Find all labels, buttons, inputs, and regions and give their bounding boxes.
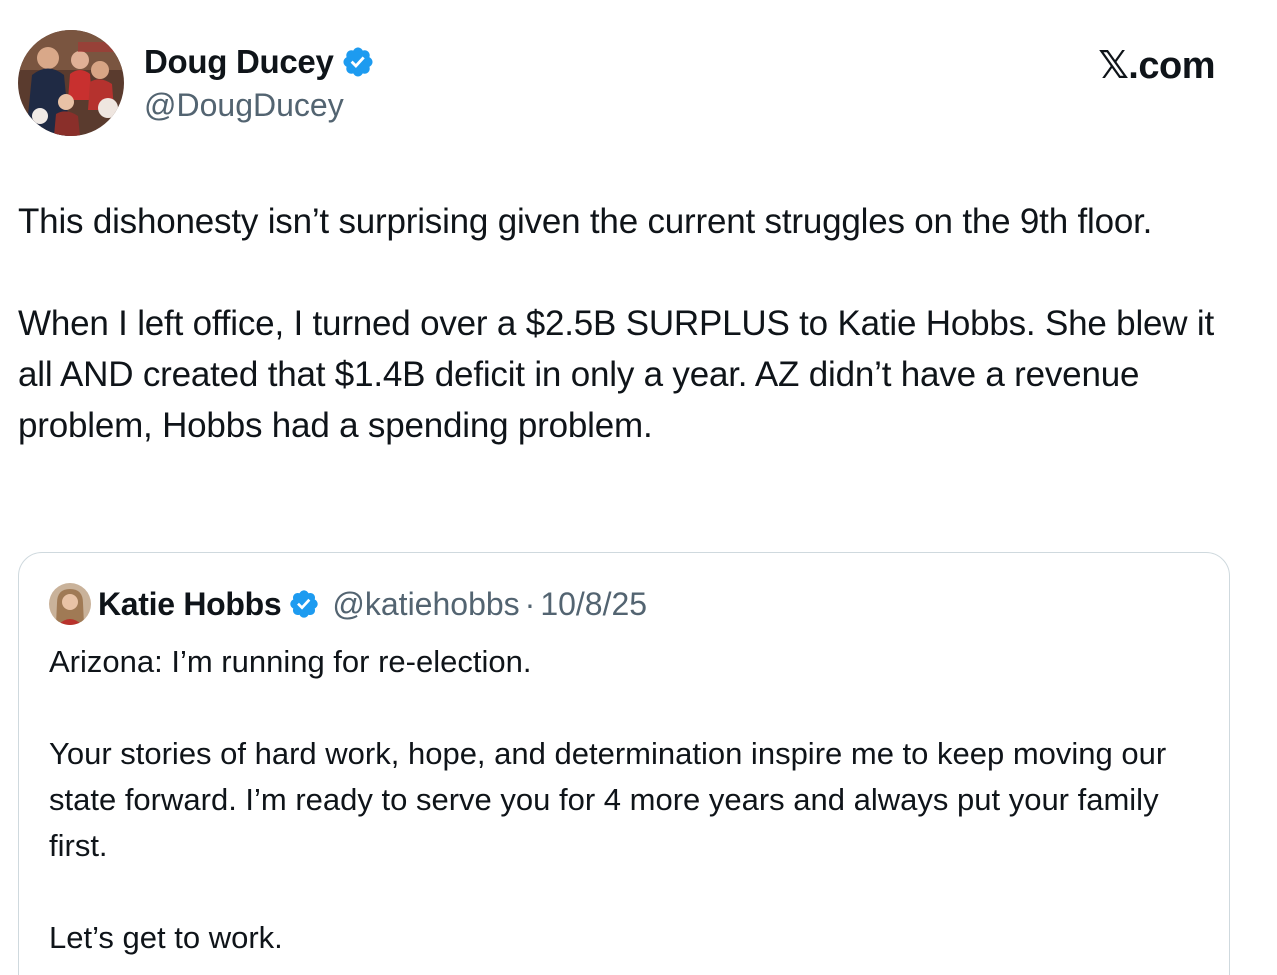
- profile-photo-icon: [49, 583, 91, 625]
- verified-badge-icon: [341, 45, 375, 79]
- quoted-author-avatar[interactable]: [49, 583, 91, 625]
- quoted-tweet-paragraph: Your stories of hard work, hope, and det…: [49, 736, 1167, 863]
- quoted-tweet-card[interactable]: Katie Hobbs @katiehobbs · 10/8/25 Arizon…: [18, 552, 1230, 975]
- author-handle[interactable]: @DougDucey: [144, 85, 344, 125]
- author-name-row[interactable]: Doug Ducey: [144, 42, 375, 82]
- quoted-tweet-paragraph: Arizona: I’m running for re-election.: [49, 644, 532, 679]
- tweet-text: This dishonesty isn’t surprising given t…: [18, 196, 1253, 451]
- author-avatar[interactable]: [18, 30, 124, 136]
- verified-badge-icon: [288, 588, 320, 620]
- author-name[interactable]: Doug Ducey: [144, 42, 334, 82]
- quoted-tweet-header: Katie Hobbs @katiehobbs · 10/8/25: [49, 581, 647, 627]
- quoted-tweet-date[interactable]: 10/8/25: [540, 586, 647, 623]
- profile-photo-icon: [18, 30, 124, 136]
- quoted-author-handle[interactable]: @katiehobbs: [332, 586, 519, 623]
- tweet-paragraph: When I left office, I turned over a $2.5…: [18, 304, 1214, 445]
- tweet-paragraph: This dishonesty isn’t surprising given t…: [18, 202, 1153, 241]
- quoted-tweet-text: Arizona: I’m running for re-election. Yo…: [49, 639, 1199, 961]
- quoted-author-name[interactable]: Katie Hobbs: [98, 586, 282, 623]
- separator-dot: ·: [524, 585, 536, 622]
- x-logo[interactable]: 𝕏.com: [1098, 43, 1215, 89]
- quoted-tweet-paragraph: Let’s get to work.: [49, 920, 283, 955]
